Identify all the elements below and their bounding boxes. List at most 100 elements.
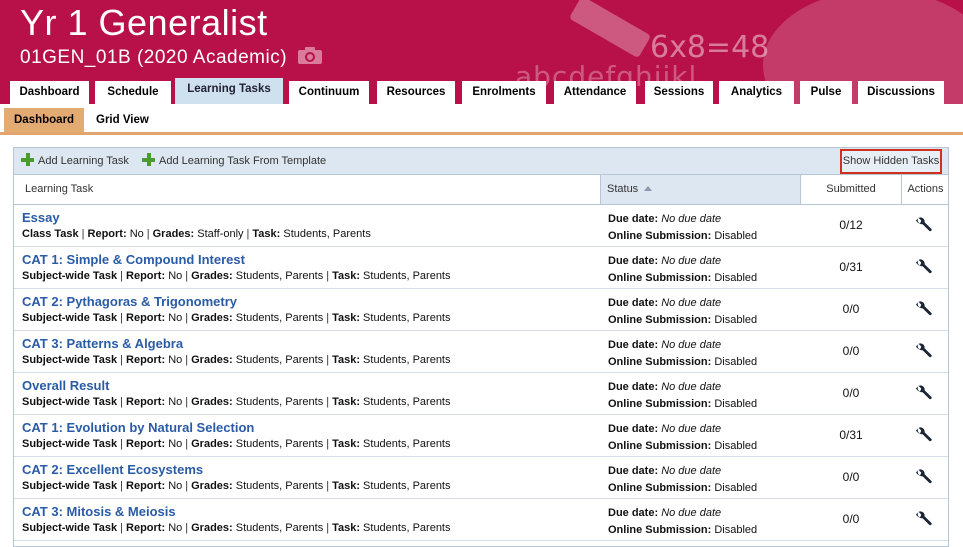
wrench-icon[interactable] [915,511,932,528]
grades-label: Grades: [152,228,195,240]
wrench-icon[interactable] [915,343,932,360]
task-status: Due date: No due date Online Submission:… [608,421,757,455]
grades-label: Grades: [191,522,233,534]
task-meta: Subject-wide Task | Report: No | Grades: Stu… [22,312,451,324]
task-type: Class Task [22,228,79,240]
wrench-icon[interactable] [915,469,932,486]
grades-label: Grades: [191,354,233,366]
submitted-count: 0/0 [842,386,860,400]
task-visibility-label: Task: [332,312,360,324]
subtab-dashboard[interactable]: Dashboard [4,108,84,132]
due-date-value: No due date [661,381,722,393]
tab-pulse[interactable]: Pulse [800,81,852,104]
due-date-label: Due date: [608,423,659,435]
online-submission-label: Online Submission: [608,272,712,284]
submitted-count: 0/0 [842,470,860,484]
online-submission-label: Online Submission: [608,230,712,242]
wrench-icon[interactable] [915,259,932,276]
report-label: Report: [126,270,166,282]
wrench-icon[interactable] [915,427,932,444]
tab-resources[interactable]: Resources [377,81,455,104]
task-title-link[interactable]: CAT 3: Mitosis & Meiosis [22,504,176,519]
task-visibility-value: Students, Parents [363,354,451,366]
course-title: Yr 1 Generalist [20,2,268,43]
task-type: Subject-wide Task [22,354,118,366]
task-visibility-value: Students, Parents [363,396,451,408]
column-header-status[interactable]: Status [600,175,801,204]
task-type: Subject-wide Task [22,396,118,408]
task-visibility-label: Task: [332,480,360,492]
online-submission-value: Disabled [714,230,758,242]
add-learning-task-button[interactable]: Add Learning Task [21,153,129,169]
submitted-count: 0/0 [842,302,860,316]
task-status: Due date: No due date Online Submission:… [608,337,757,371]
status-header-label: Status [607,183,639,195]
task-title-link[interactable]: CAT 1: Simple & Compound Interest [22,252,245,267]
tab-sessions[interactable]: Sessions [645,81,713,104]
due-date-label: Due date: [608,255,659,267]
online-submission-label: Online Submission: [608,398,712,410]
tab-schedule[interactable]: Schedule [95,81,171,104]
grades-value: Students, Parents [235,480,324,492]
task-meta: Subject-wide Task | Report: No | Grades: Stu… [22,522,451,534]
task-meta: Class Task | Report: No | Grades: Staff-only… [22,228,371,240]
task-title-link[interactable]: CAT 1: Evolution by Natural Selection [22,420,254,435]
task-visibility-label: Task: [332,354,360,366]
task-status: Due date: No due date Online Submission:… [608,463,757,497]
course-banner: 6x8=48 abcdefghijkl Yr 1 Generalist 01GE… [0,0,963,104]
wrench-icon[interactable] [915,385,932,402]
task-title-link[interactable]: CAT 2: Excellent Ecosystems [22,462,203,477]
grades-label: Grades: [191,396,233,408]
due-date-label: Due date: [608,213,659,225]
task-type: Subject-wide Task [22,270,118,282]
online-submission-value: Disabled [714,524,758,536]
submitted-count: 0/12 [839,218,863,232]
task-meta: Subject-wide Task | Report: No | Grades: Stu… [22,438,451,450]
task-meta: Subject-wide Task | Report: No | Grades: Stu… [22,480,451,492]
tasks-table-body: Essay Class Task | Report: No | Grades: Staf… [14,205,948,541]
column-header-learning-task[interactable]: Learning Task [25,175,93,204]
add-learning-task-label: Add Learning Task [38,155,129,167]
tab-discussions[interactable]: Discussions [858,81,944,104]
camera-icon[interactable] [297,46,323,65]
task-meta: Subject-wide Task | Report: No | Grades: Stu… [22,270,451,282]
task-visibility-label: Task: [332,438,360,450]
tab-analytics[interactable]: Analytics [719,81,794,104]
column-header-submitted[interactable]: Submitted [801,175,901,204]
task-title-link[interactable]: Overall Result [22,378,109,393]
table-row: CAT 1: Simple & Compound Interest Subjec… [14,247,948,289]
report-value: No [168,270,183,282]
task-status: Due date: No due date Online Submission:… [608,211,757,245]
table-row: CAT 2: Excellent Ecosystems Subject-wide… [14,457,948,499]
tab-continuum[interactable]: Continuum [289,81,369,104]
subtab-grid-view[interactable]: Grid View [86,108,159,132]
due-date-label: Due date: [608,297,659,309]
submitted-count: 0/31 [839,260,863,274]
task-type: Subject-wide Task [22,522,118,534]
report-label: Report: [87,228,127,240]
due-date-value: No due date [661,213,722,225]
due-date-label: Due date: [608,507,659,519]
task-visibility-value: Students, Parents [363,270,451,282]
add-task-from-template-button[interactable]: Add Learning Task From Template [142,153,326,169]
show-hidden-tasks-button[interactable]: Show Hidden Tasks [840,149,942,174]
due-date-value: No due date [661,507,722,519]
task-title-link[interactable]: CAT 2: Pythagoras & Trigonometry [22,294,237,309]
main-tab-bar: Dashboard Schedule Learning Tasks Contin… [0,78,963,104]
task-type: Subject-wide Task [22,312,118,324]
sort-ascending-icon [644,186,653,191]
tab-enrolments[interactable]: Enrolments [462,81,546,104]
task-visibility-label: Task: [252,228,281,240]
online-submission-value: Disabled [714,482,758,494]
table-header: Learning Task Status Submitted Actions [14,175,948,205]
task-title-link[interactable]: Essay [22,210,60,225]
wrench-icon[interactable] [915,301,932,318]
wrench-icon[interactable] [915,217,932,234]
report-label: Report: [126,438,166,450]
tab-attendance[interactable]: Attendance [554,81,636,104]
report-label: Report: [126,480,166,492]
task-title-link[interactable]: CAT 3: Patterns & Algebra [22,336,183,351]
tab-dashboard[interactable]: Dashboard [10,81,89,104]
tab-learning-tasks[interactable]: Learning Tasks [175,78,283,104]
submitted-count: 0/0 [842,512,860,526]
